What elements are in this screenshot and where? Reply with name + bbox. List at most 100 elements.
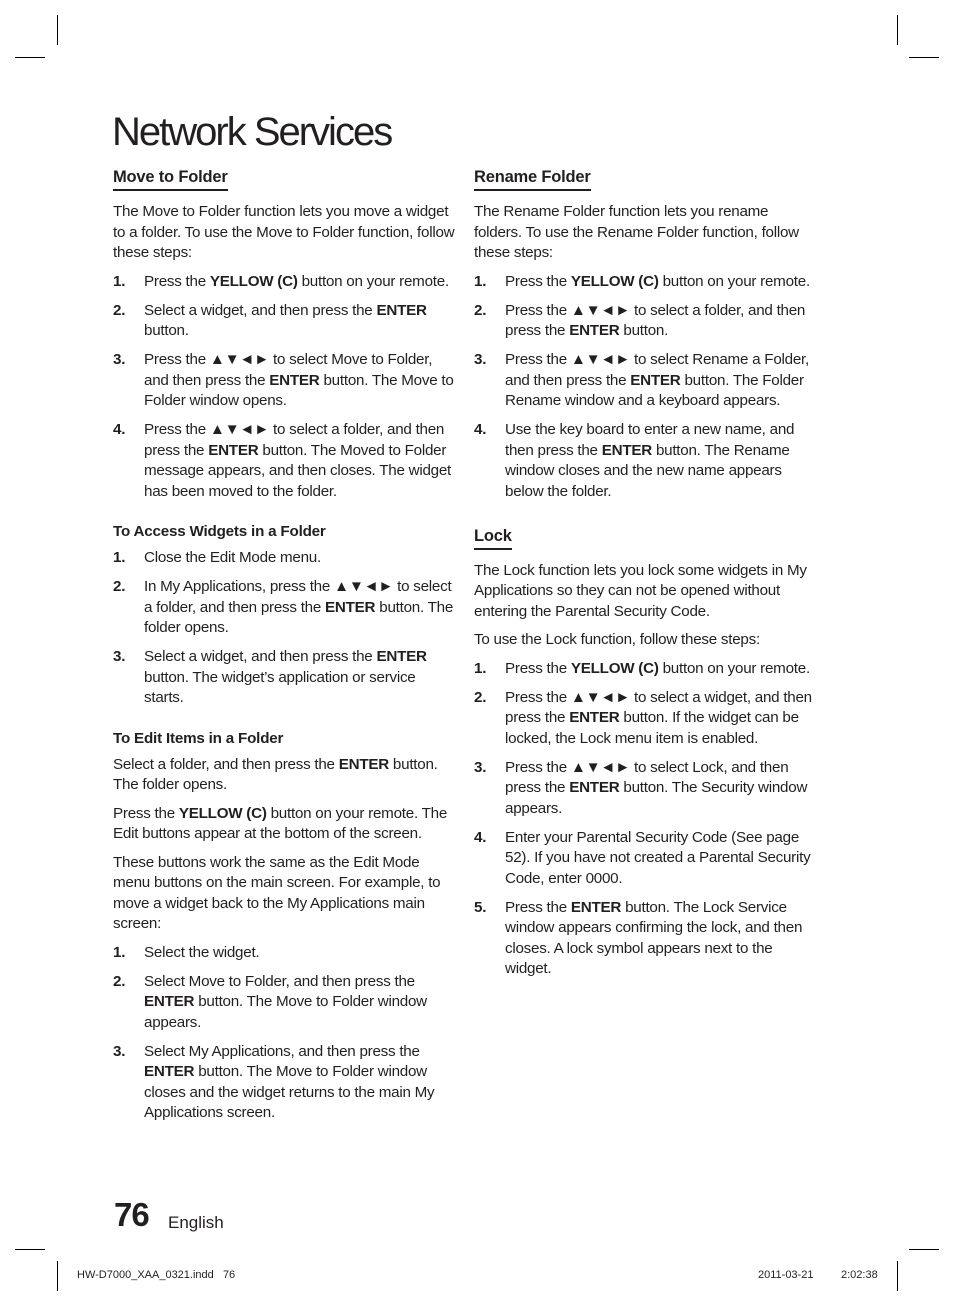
bold-term: ENTER [338,755,389,773]
move-to-folder-steps: 1. Press the YELLOW (C) button on your re… [113,272,455,503]
bold-term: ENTER [570,898,622,916]
list-item: 3. Press the ▲▼◄► to select Move to Folde… [113,350,455,412]
crop-mark-top-left-vertical [57,15,58,45]
text-run: button. The widget’s application or serv… [144,668,416,707]
list-item: 2. In My Applications, press the ▲▼◄► to … [113,577,455,639]
rename-folder-intro: The Rename Folder function lets you rena… [474,203,799,261]
bold-term: YELLOW (C) [570,272,659,290]
lock-intro: The Lock function lets you lock some wid… [474,561,807,620]
step-number: 4. [474,421,487,438]
text-run: Select a widget, and then press the [144,301,377,319]
list-item: 3. Select My Applications, and then press… [113,1042,455,1124]
list-item: 2. Press the ▲▼◄► to select a folder, and… [474,301,816,342]
list-item: 3. Press the ▲▼◄► to select Rename a Fold… [474,350,816,412]
page-title-text: Network Services [112,110,393,154]
bold-term: YELLOW (C) [209,272,298,290]
list-item: 2. Press the ▲▼◄► to select a widget, and… [474,688,816,750]
bold-term: ENTER [269,371,320,389]
bold-term: ENTER [601,441,652,459]
step-number: 3. [113,1042,126,1060]
text-run: Enter your Parental Security Code (See p… [505,828,811,887]
section-heading-lock: Lock [474,525,512,550]
crop-mark-bottom-left-vertical [57,1261,58,1291]
text-run: button on your remote. [658,659,811,677]
section-heading-move-to-folder: Move to Folder [113,166,228,191]
step-number: 3. [113,648,126,665]
crop-mark-top-right-horizontal [909,57,939,58]
step-number: 1. [474,659,487,677]
text-run: Press the [505,898,571,916]
crop-mark-top-left-horizontal [15,57,45,58]
text-run: Press the [113,804,179,822]
list-item: 4. Use the key board to enter a new name,… [474,420,816,502]
bold-term: ENTER [144,993,195,1010]
step-number: 2. [474,301,487,319]
bold-term: ENTER [208,441,259,459]
bold-term: ENTER [569,322,620,339]
bold-term: ENTER [569,779,620,796]
step-number: 3. [474,758,487,776]
step-number: 1. [113,943,126,961]
paragraph: Select a folder, and then press the ENTE… [113,755,455,796]
slug-filename: HW-D7000_XAA_0321.indd 76 [77,1269,236,1281]
list-item: 4. Enter your Parental Security Code (See… [474,828,816,890]
step-number: 4. [113,421,126,438]
list-item: 1. Select the widget. [113,943,455,964]
step-number: 2. [474,688,487,706]
page-number: 76 [114,1196,150,1233]
text-run: Close the Edit Mode menu. [144,549,321,566]
list-item: 2. Select a widget, and then press the EN… [113,301,455,342]
bold-term: ENTER [376,648,427,665]
list-item: 2. Select Move to Folder, and then press … [113,972,455,1034]
text-run: Select My Applications, and then press t… [144,1042,420,1060]
bold-term: ENTER [144,1063,195,1080]
bold-term: ENTER [325,598,376,616]
text-run: Select the widget. [144,943,260,961]
bold-term: YELLOW (C) [570,659,659,677]
text-run: button on your remote. [297,272,450,290]
text-run: Select Move to Folder, and then press th… [144,972,415,990]
bold-term: YELLOW (C) [178,804,267,822]
subheading-edit-items: To Edit Items in a Folder [113,729,284,747]
paragraph: Press the YELLOW (C) button on your remo… [113,804,455,845]
text-run: Select a widget, and then press the [144,648,377,665]
step-number: 3. [113,351,126,368]
move-to-folder-intro: The Move to Folder function lets you mov… [113,203,455,261]
list-item: 4. Press the ▲▼◄► to select a folder, and… [113,420,455,502]
slug-date: 2011-03-21 [758,1269,814,1281]
bold-term: ENTER [630,371,681,389]
right-column: Rename Folder The Rename Folder function… [474,166,816,988]
text-run: Select a folder, and then press the [113,755,339,773]
slug-time: 2:02:38 [841,1269,878,1281]
edit-items-paragraphs: Select a folder, and then press the ENTE… [113,755,455,935]
edit-items-steps: 1. Select the widget. 2. Select Move to Fol… [113,943,455,1124]
step-number: 2. [113,301,126,319]
text-run: Press the [505,659,571,677]
text-run: Press the [144,272,210,290]
text-run: These buttons work the same as the Edit … [113,853,441,933]
bold-term: ENTER [376,301,427,319]
crop-mark-bottom-right-vertical [897,1261,898,1291]
list-item: 5. Press the ENTER button. The Lock Servi… [474,898,816,980]
list-item: 1. Press the YELLOW (C) button on your re… [113,272,455,293]
step-number: 4. [474,828,487,846]
text-run: button on your remote. [658,272,811,290]
bold-term: ENTER [569,709,620,726]
step-number: 2. [113,972,126,990]
list-item: 3. Press the ▲▼◄► to select Lock, and the… [474,758,816,820]
left-column: Move to Folder The Move to Folder functi… [113,166,455,1132]
lock-intro-2: To use the Lock function, follow these s… [474,631,760,648]
step-number: 5. [474,898,487,916]
crop-mark-bottom-left-horizontal [15,1249,45,1250]
lock-steps: 1. Press the YELLOW (C) button on your re… [474,659,816,980]
crop-mark-top-right-vertical [897,15,898,45]
step-number: 2. [113,578,126,595]
text-run: button. [144,322,189,339]
list-item: 1. Close the Edit Mode menu. [113,548,455,569]
text-run: Press the [505,272,571,290]
list-item: 1. Press the YELLOW (C) button on your re… [474,272,816,293]
step-number: 1. [113,272,126,290]
access-widgets-steps: 1. Close the Edit Mode menu. 2. In My Appli… [113,548,455,709]
page-title: Network Services [112,108,393,156]
subheading-access-widgets: To Access Widgets in a Folder [113,523,326,540]
